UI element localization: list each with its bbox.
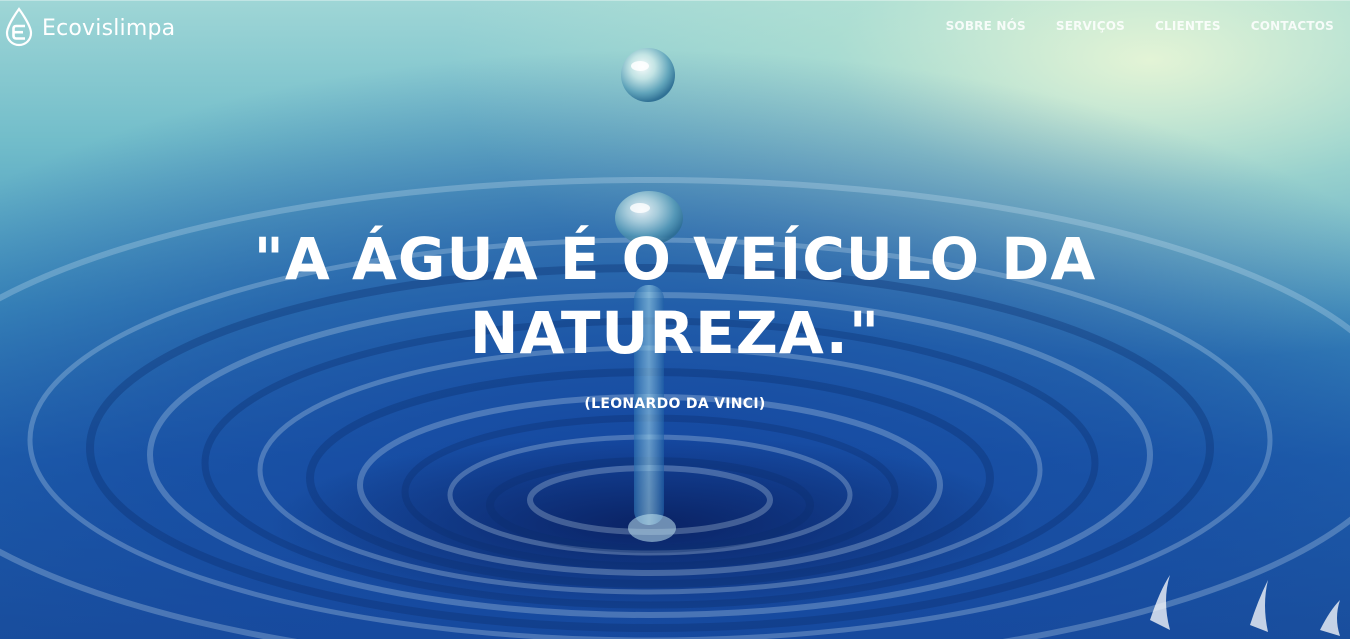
hero-quote-line-1: "A ÁGUA É O VEÍCULO DA [253, 225, 1097, 293]
top-navbar: Ecovislimpa SOBRE NÓS SERVIÇOS CLIENTES … [0, 0, 1350, 57]
quote-author: (LEONARDO DA VINCI) [584, 396, 766, 412]
hero-quote: "A ÁGUA É O VEÍCULO DA NATUREZA." [175, 222, 1175, 370]
hero-quote-section: "A ÁGUA É O VEÍCULO DA NATUREZA." (LEONA… [175, 222, 1175, 412]
water-drop-e-icon [5, 7, 33, 47]
nav-item-clientes[interactable]: CLIENTES [1155, 19, 1221, 33]
brand-name: Ecovislimpa [42, 15, 176, 41]
nav-item-servicos[interactable]: SERVIÇOS [1056, 19, 1125, 33]
brand-link[interactable]: Ecovislimpa [4, 7, 175, 47]
nav-item-sobre-nos[interactable]: SOBRE NÓS [946, 19, 1026, 33]
main-navigation: SOBRE NÓS SERVIÇOS CLIENTES CONTACTOS [916, 19, 1334, 33]
hero-quote-line-2: NATUREZA." [469, 299, 881, 367]
nav-item-contactos[interactable]: CONTACTOS [1251, 19, 1334, 33]
